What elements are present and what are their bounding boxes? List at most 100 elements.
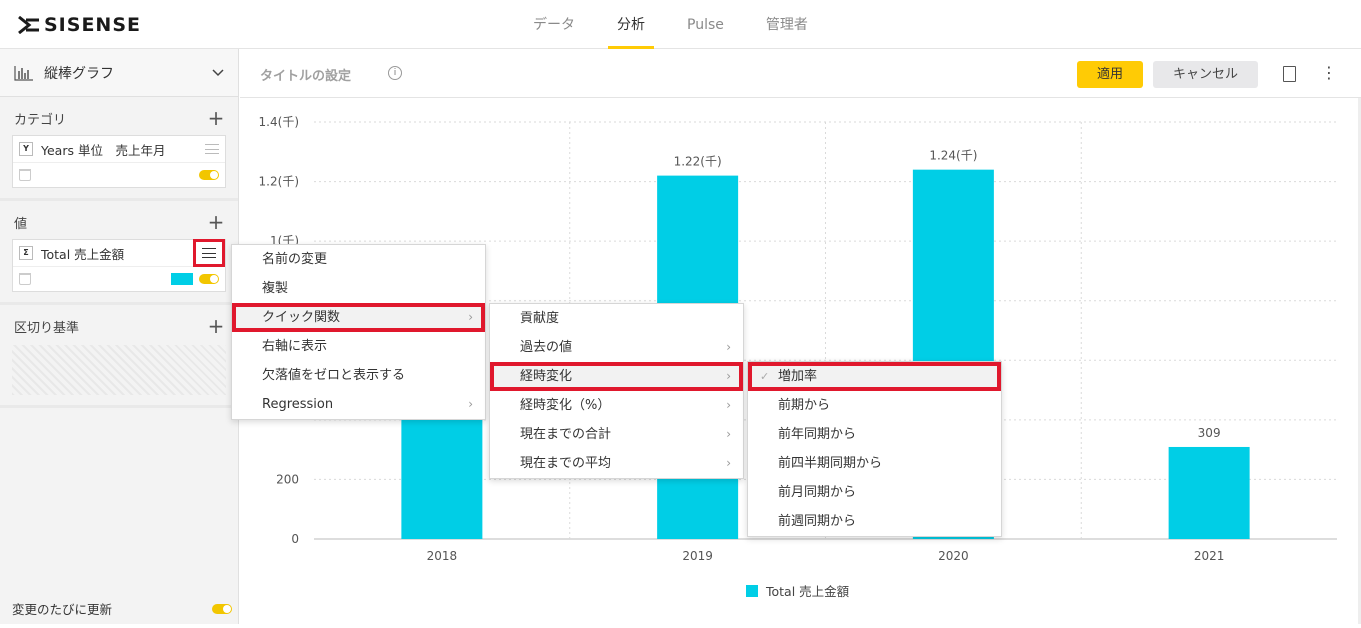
logo-text: SISENSE xyxy=(44,14,141,36)
menu-time-item-label: 前週同期から xyxy=(778,514,857,529)
menu-time-item-label: 前期から xyxy=(778,398,831,413)
menu-quick-item-5[interactable]: 現在までの平均 › xyxy=(490,449,743,478)
menu-time-item-5[interactable]: 前週同期から xyxy=(748,507,1001,536)
info-icon[interactable]: i xyxy=(388,66,402,80)
x-tick-label: 2019 xyxy=(682,549,713,563)
menu-quick-item-label: 過去の値 xyxy=(520,340,573,355)
menu-main-item-label: クイック関数 xyxy=(262,310,341,325)
value-field-name[interactable]: Total 売上金額 xyxy=(41,244,193,263)
export-doc-icon[interactable] xyxy=(1283,66,1296,82)
chevron-down-icon xyxy=(212,68,224,76)
breakby-section: 区切り基準 + xyxy=(0,305,238,408)
menu-time-item-0[interactable]: ✓ 増加率 xyxy=(748,362,1001,391)
tab-pulse[interactable]: Pulse xyxy=(666,0,745,49)
values-section: 値 + Σ Total 売上金額 xyxy=(0,201,238,305)
cancel-button[interactable]: キャンセル xyxy=(1153,61,1258,88)
bar-2021[interactable] xyxy=(1168,446,1250,539)
add-breakby-button[interactable]: + xyxy=(206,316,226,336)
time-change-submenu: ✓ 増加率前期から前年同期から前四半期同期から 前月同期から 前週同期から xyxy=(747,361,1002,537)
x-tick-label: 2020 xyxy=(938,549,969,563)
years-badge-icon: Y xyxy=(19,142,33,156)
chevron-right-icon: › xyxy=(468,397,473,411)
breakby-title: 区切り基準 xyxy=(14,320,80,336)
menu-main-item-label: 名前の変更 xyxy=(262,252,328,267)
sigma-badge-icon: Σ xyxy=(19,246,33,260)
menu-main-item-2[interactable]: クイック関数 › xyxy=(232,303,485,332)
logo-mark-icon xyxy=(18,16,39,34)
chevron-right-icon: › xyxy=(726,427,731,441)
hamburger-icon xyxy=(202,248,216,258)
menu-main-item-3[interactable]: 右軸に表示 xyxy=(232,332,485,361)
widget-title-input[interactable]: タイトルの設定 xyxy=(260,65,351,84)
menu-time-item-3[interactable]: 前四半期同期から xyxy=(748,449,1001,478)
apply-button[interactable]: 適用 xyxy=(1077,61,1143,88)
category-menu-icon[interactable] xyxy=(205,144,219,154)
menu-quick-item-label: 現在までの平均 xyxy=(520,456,612,471)
breakby-drop-zone[interactable] xyxy=(12,345,226,395)
data-label-2021: 309 xyxy=(1198,426,1221,440)
check-icon: ✓ xyxy=(760,370,770,383)
top-nav-bar: SISENSE データ 分析 Pulse 管理者 xyxy=(0,0,1361,49)
y-tick-label: 200 xyxy=(276,472,299,486)
add-category-button[interactable]: + xyxy=(206,108,226,128)
tab-data[interactable]: データ xyxy=(512,0,596,49)
widget-header: タイトルの設定 i 適用 キャンセル ⋮ xyxy=(240,49,1361,98)
legend-label: Total 売上金額 xyxy=(765,584,850,599)
auto-update-label: 変更のたびに更新 xyxy=(12,602,113,617)
menu-quick-item-label: 貢献度 xyxy=(520,311,560,326)
menu-main-item-label: 複製 xyxy=(262,281,289,296)
trash-icon[interactable] xyxy=(19,169,31,181)
menu-main-item-label: Regression xyxy=(262,397,334,412)
data-label-2019: 1.22(千) xyxy=(674,155,722,169)
menu-quick-item-label: 経時変化（%） xyxy=(520,398,611,413)
menu-time-item-label: 前四半期同期から xyxy=(778,456,883,471)
category-field-name[interactable]: Years 単位 売上年月 xyxy=(41,140,205,159)
quick-functions-submenu: 貢献度 過去の値 › 経時変化 › 経時変化（%） › 現在までの合計 › 現在までの平均 › xyxy=(489,303,744,479)
menu-quick-item-1[interactable]: 過去の値 › xyxy=(490,333,743,362)
menu-quick-item-2[interactable]: 経時変化 › xyxy=(490,362,743,391)
sisense-logo[interactable]: SISENSE xyxy=(18,14,141,36)
menu-quick-item-3[interactable]: 経時変化（%） › xyxy=(490,391,743,420)
chevron-right-icon: › xyxy=(468,310,473,324)
more-options-icon[interactable]: ⋮ xyxy=(1321,64,1337,84)
series-color-swatch[interactable] xyxy=(171,273,193,285)
menu-main-item-1[interactable]: 複製 xyxy=(232,274,485,303)
value-menu-button[interactable] xyxy=(193,239,225,267)
menu-main-item-0[interactable]: 名前の変更 xyxy=(232,245,485,274)
menu-time-item-label: 前年同期から xyxy=(778,427,857,442)
trash-icon[interactable] xyxy=(19,273,31,285)
menu-quick-item-4[interactable]: 現在までの合計 › xyxy=(490,420,743,449)
legend-swatch xyxy=(746,585,758,597)
menu-time-item-1[interactable]: 前期から xyxy=(748,391,1001,420)
y-tick-label: 1.4(千) xyxy=(259,115,299,129)
menu-time-item-label: 増加率 xyxy=(778,369,818,384)
main-nav: データ 分析 Pulse 管理者 xyxy=(512,0,829,49)
menu-quick-item-label: 経時変化 xyxy=(520,369,573,384)
value-field[interactable]: Σ Total 売上金額 xyxy=(12,239,226,292)
category-toggle[interactable] xyxy=(199,170,219,180)
data-label-2020: 1.24(千) xyxy=(929,149,977,163)
add-value-button[interactable]: + xyxy=(206,212,226,232)
menu-main-item-label: 右軸に表示 xyxy=(262,339,328,354)
menu-time-item-4[interactable]: 前月同期から xyxy=(748,478,1001,507)
chart-type-selector[interactable]: 縦棒グラフ xyxy=(0,49,238,97)
menu-quick-item-0[interactable]: 貢献度 xyxy=(490,304,743,333)
menu-main-item-label: 欠落値をゼロと表示する xyxy=(262,368,406,383)
menu-main-item-5[interactable]: Regression › xyxy=(232,390,485,419)
chevron-right-icon: › xyxy=(726,340,731,354)
auto-update-toggle[interactable] xyxy=(212,603,232,614)
widget-data-panel: 縦棒グラフ カテゴリ + Y Years 単位 売上年月 値 + Σ Total… xyxy=(0,49,239,624)
menu-time-item-label: 前月同期から xyxy=(778,485,857,500)
x-tick-label: 2021 xyxy=(1194,549,1225,563)
tab-analytics[interactable]: 分析 xyxy=(596,0,666,49)
category-field[interactable]: Y Years 単位 売上年月 xyxy=(12,135,226,188)
menu-quick-item-label: 現在までの合計 xyxy=(520,427,612,442)
x-tick-label: 2018 xyxy=(427,549,458,563)
value-toggle[interactable] xyxy=(199,274,219,284)
y-tick-label: 0 xyxy=(291,532,299,546)
column-chart-icon xyxy=(14,65,33,81)
menu-time-item-2[interactable]: 前年同期から xyxy=(748,420,1001,449)
chart-type-label: 縦棒グラフ xyxy=(44,65,114,82)
menu-main-item-4[interactable]: 欠落値をゼロと表示する xyxy=(232,361,485,390)
tab-admin[interactable]: 管理者 xyxy=(745,0,829,49)
